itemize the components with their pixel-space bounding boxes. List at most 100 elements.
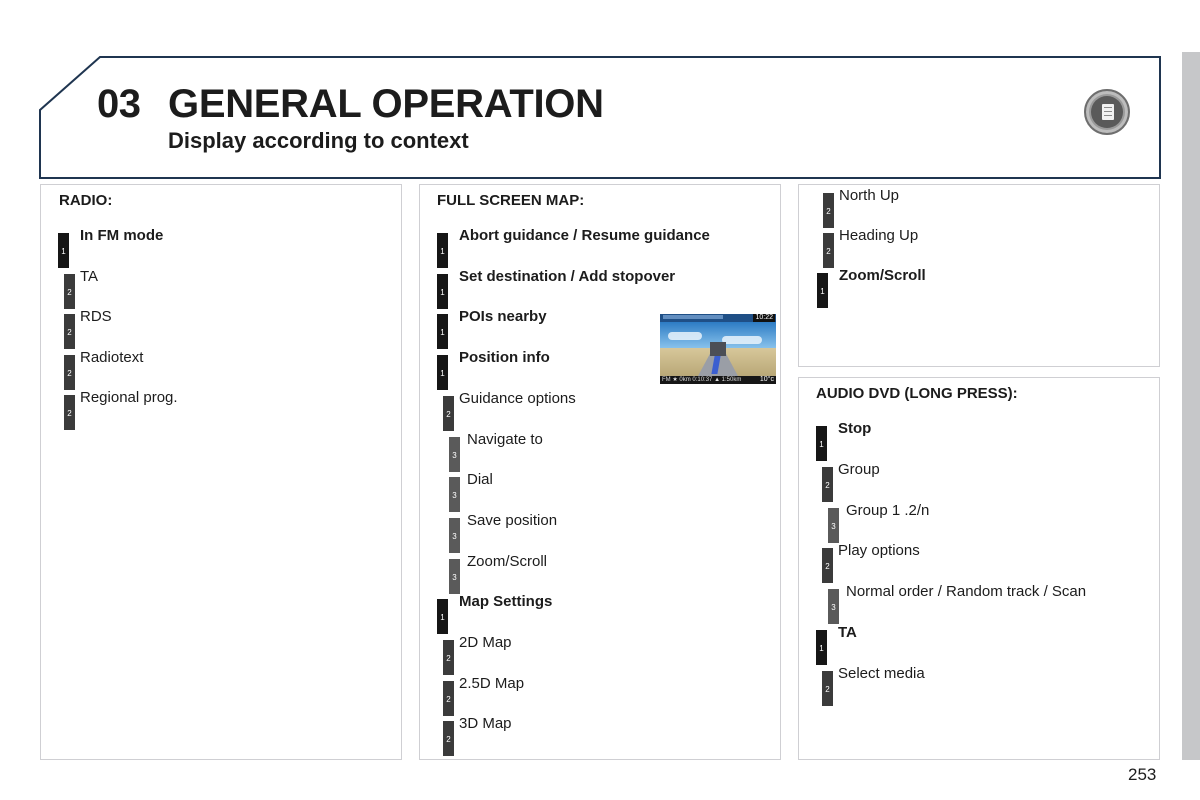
chapter-subtitle: Display according to context	[168, 128, 469, 153]
menu-level-number: 2	[67, 409, 72, 418]
menu-item-label: Save position	[467, 511, 558, 529]
menu-item-label: Set destination / Add stopover	[459, 267, 676, 285]
menu-level-marker: 1	[817, 273, 828, 308]
menu-level-number: 2	[825, 480, 830, 490]
menu-level-marker: 2	[822, 548, 833, 584]
chapter-number: 03	[97, 82, 141, 126]
menu-level-number: 1	[440, 613, 445, 623]
menu-item-label: Group 1 .2/n	[846, 501, 930, 519]
menu-item-label: Dial	[467, 471, 493, 489]
menu-level-number: 1	[820, 287, 825, 296]
menu-item-label: Play options	[838, 542, 920, 560]
menu-level-marker: 1	[816, 426, 827, 461]
menu-level-marker: 2	[823, 233, 834, 268]
menu-level-marker: 2	[443, 395, 454, 431]
menu-level-number: 2	[67, 328, 72, 337]
menu-item-label: Map Settings	[459, 593, 553, 611]
menu-level-marker: 2	[823, 193, 834, 228]
menu-level-marker: 2	[443, 640, 454, 675]
menu-level-marker: 3	[449, 436, 460, 472]
map-screen-thumbnail: 10:22 FM ★ 0km 0:10:37 ▲ 1:50km 10°c	[660, 314, 776, 384]
menu-level-number: 3	[831, 603, 836, 613]
menu-level-number: 3	[452, 491, 457, 501]
menu-level-number: 2	[826, 207, 831, 216]
menu-level-marker: 1	[437, 599, 448, 635]
menu-level-marker: 2	[443, 721, 454, 757]
menu-level-marker: 3	[449, 558, 460, 594]
menu-item-label: Normal order / Random track / Scan	[846, 583, 1087, 601]
menu-level-marker: 3	[449, 517, 460, 553]
menu-level-marker: 1	[437, 314, 448, 350]
menu-level-marker: 1	[437, 233, 448, 268]
menu-level-marker: 2	[822, 466, 833, 502]
menu-item-label: Zoom/Scroll	[467, 552, 548, 570]
menu-item-label: Guidance options	[459, 389, 576, 407]
map-cloud	[668, 332, 702, 340]
menu-level-number: 2	[446, 735, 451, 745]
map-clock: 10:22	[753, 314, 775, 322]
document-icon	[1084, 89, 1130, 135]
map-top-bar: 10:22	[660, 314, 776, 322]
menu-level-marker: 3	[828, 507, 839, 543]
menu-level-number: 1	[440, 287, 445, 297]
menu-level-marker: 3	[828, 589, 839, 625]
map-cloud	[722, 336, 762, 344]
menu-level-marker: 2	[64, 273, 75, 309]
menu-level-number: 3	[452, 450, 457, 460]
map-status-bar: FM ★ 0km 0:10:37 ▲ 1:50km	[660, 376, 776, 384]
map-temperature: 10°c	[759, 376, 774, 383]
menu-level-number: 2	[446, 409, 451, 419]
menu-item-label: Heading Up	[839, 227, 919, 244]
menu-item-label: Position info	[459, 349, 550, 367]
menu-item-label: North Up	[839, 187, 900, 204]
menu-level-marker: 2	[64, 314, 75, 349]
menu-item-label: Stop	[838, 420, 872, 437]
menu-level-marker: 1	[437, 355, 448, 391]
menu-level-marker: 2	[822, 670, 833, 706]
map-building	[710, 342, 726, 356]
menu-item-label: Navigate to	[467, 430, 543, 448]
menu-item-label: POIs nearby	[459, 308, 547, 326]
menu-level-number: 1	[440, 247, 445, 256]
menu-item-label: 2.5D Map	[459, 674, 525, 692]
menu-level-number: 1	[61, 247, 66, 256]
page-number: 253	[1128, 765, 1157, 784]
menu-level-number: 1	[819, 440, 824, 449]
menu-level-number: 3	[452, 572, 457, 582]
menu-level-marker: 1	[816, 630, 827, 665]
menu-level-number: 2	[67, 287, 72, 297]
menu-item-label: Abort guidance / Resume guidance	[459, 227, 710, 244]
menu-item-label: Select media	[838, 664, 925, 682]
menu-level-number: 1	[819, 644, 824, 653]
document-icon-page	[1099, 102, 1114, 120]
chapter-title: GENERAL OPERATION	[168, 82, 604, 126]
audio-dvd-panel-title: AUDIO DVD (LONG PRESS):	[816, 385, 1018, 402]
menu-level-marker: 2	[64, 354, 75, 390]
menu-item-label: Zoom/Scroll	[839, 267, 926, 284]
menu-item-label: 3D Map	[459, 715, 512, 733]
menu-level-marker: 2	[443, 680, 454, 716]
menu-level-number: 2	[446, 654, 451, 663]
menu-item-label: RDS	[80, 308, 112, 325]
menu-level-number: 3	[831, 521, 836, 531]
menu-level-number: 1	[440, 328, 445, 338]
radio-panel-title: RADIO:	[59, 192, 113, 209]
menu-level-marker: 2	[64, 395, 75, 430]
menu-level-number: 2	[826, 247, 831, 256]
menu-item-label: Group	[838, 460, 880, 478]
menu-level-marker: 1	[437, 273, 448, 309]
menu-item-label: Radiotext	[80, 348, 144, 366]
menu-level-number: 2	[67, 368, 72, 378]
map-street-name	[663, 315, 723, 319]
menu-level-number: 2	[446, 694, 451, 704]
menu-item-label: TA	[80, 267, 99, 285]
menu-level-marker: 1	[58, 233, 69, 268]
menu-level-number: 1	[440, 369, 445, 379]
menu-item-label: 2D Map	[459, 634, 512, 651]
menu-item-label: Regional prog.	[80, 389, 178, 406]
menu-level-number: 2	[825, 684, 830, 694]
menu-item-label: TA	[838, 624, 857, 641]
menu-level-number: 3	[452, 531, 457, 541]
chapter-tab-bar	[1182, 52, 1200, 760]
menu-item-label: In FM mode	[80, 227, 164, 244]
